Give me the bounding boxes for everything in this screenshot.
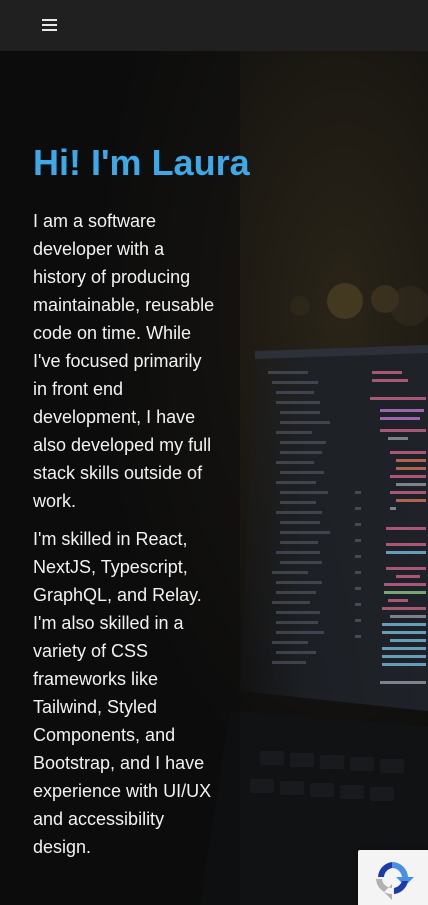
skills-paragraph: I'm skilled in React, NextJS, Typescript… bbox=[33, 529, 212, 857]
recaptcha-icon bbox=[376, 861, 414, 900]
recaptcha-badge[interactable] bbox=[358, 850, 428, 905]
hero-section: Hi! I'm Laura I am a software developer … bbox=[33, 141, 250, 861]
menu-bar-line bbox=[42, 19, 57, 21]
hamburger-menu-icon[interactable] bbox=[38, 14, 62, 36]
menu-bar-line bbox=[42, 29, 57, 31]
page-title: Hi! I'm Laura bbox=[33, 142, 250, 183]
intro-paragraph: I am a software developer with a history… bbox=[33, 211, 215, 511]
top-navigation-bar bbox=[0, 0, 428, 51]
menu-bar-line bbox=[42, 24, 57, 26]
page: Hi! I'm Laura I am a software developer … bbox=[0, 0, 428, 905]
